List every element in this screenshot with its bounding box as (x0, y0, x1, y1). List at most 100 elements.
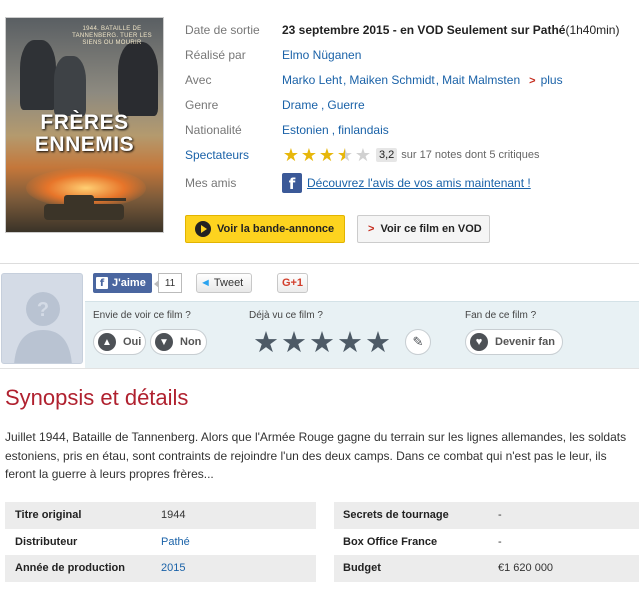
actor-link[interactable]: Maiken Schmidt (349, 73, 434, 87)
details-row: Année de production 2015 (5, 555, 316, 582)
heart-icon: ♥ (470, 333, 488, 351)
actor-link[interactable]: Marko Leht (282, 73, 342, 87)
more-cast-link[interactable]: > plus (529, 73, 562, 87)
rating-star-4[interactable]: ★ (336, 329, 364, 358)
star-icon: ★ (354, 145, 372, 165)
want-yes-button[interactable]: ▲ Oui (93, 329, 146, 355)
genre-link[interactable]: Drame (282, 98, 318, 112)
want-yes-label: Oui (123, 336, 142, 348)
avatar[interactable]: ? (1, 273, 83, 364)
nationality-link[interactable]: Estonien (282, 123, 329, 137)
like-count: 11 (153, 273, 183, 293)
director-link[interactable]: Elmo Nüganen (282, 48, 361, 62)
separator: , (343, 73, 347, 87)
release-duration: (1h40min) (565, 23, 620, 37)
spectators-label[interactable]: Spectateurs (185, 148, 249, 162)
chevron-right-icon: > (368, 223, 375, 235)
spectator-stars: ★ ★ ★ ★ ★ (282, 146, 372, 164)
genre-link[interactable]: Guerre (327, 98, 364, 112)
details-value-link[interactable]: Pathé (161, 536, 190, 548)
details-value: - (498, 509, 502, 522)
vod-button-label: Voir ce film en VOD (380, 223, 482, 235)
want-no-label: Non (180, 336, 202, 348)
nationality-label: Nationalité (185, 123, 242, 137)
friends-label: Mes amis (185, 176, 237, 190)
details-row: Box Office France - (334, 529, 639, 556)
trailer-button[interactable]: Voir la bande-annonce (185, 215, 345, 243)
release-label: Date de sortie (185, 23, 260, 37)
details-value-link[interactable]: 2015 (161, 562, 185, 574)
play-circle-icon (195, 221, 211, 237)
director-value: Elmo Nüganen (282, 48, 361, 62)
user-silhouette-icon: ? (14, 292, 72, 363)
spectator-summary: sur 17 notes dont 5 critiques (401, 149, 540, 161)
want-to-see-title: Envie de voir ce film ? (93, 310, 191, 321)
become-fan-label: Devenir fan (495, 336, 555, 348)
details-value: - (498, 535, 502, 548)
nationality-value: Estonien, finlandais (282, 123, 389, 137)
nationality-link[interactable]: finlandais (338, 123, 389, 137)
poster-title-line1: FRÈRES (40, 111, 129, 134)
details-key: Secrets de tournage (343, 509, 449, 522)
separator: , (331, 123, 336, 137)
tweet-button[interactable]: ◄ Tweet (196, 273, 252, 293)
details-table-right: Secrets de tournage - Box Office France … (334, 502, 639, 582)
poster-tagline: 1944. BATAILLE DE TANNENBERG. TUER LES S… (72, 26, 152, 46)
cast-value: Marko Leht, Maiken Schmidt, Mait Malmste… (282, 73, 563, 87)
spectator-score: 3,2 (376, 148, 398, 162)
cast-label: Avec (185, 73, 212, 87)
star-icon: ★ (300, 145, 318, 165)
thumbs-up-icon: ▲ (98, 333, 116, 351)
release-date: 23 septembre 2015 - en VOD Seulement sur… (282, 23, 566, 37)
chevron-right-icon: > (529, 75, 536, 87)
details-row: Secrets de tournage - (334, 502, 639, 529)
friends-link[interactable]: Découvrez l'avis de vos amis maintenant … (307, 176, 531, 190)
director-label: Réalisé par (185, 48, 246, 62)
details-key: Distributeur (15, 535, 78, 548)
facebook-like-widget[interactable]: f J'aime 11 (93, 273, 183, 293)
poster-title: FRÈRES ENNEMIS (6, 112, 163, 156)
poster-title-line2: ENNEMIS (34, 133, 135, 156)
user-rating-stars[interactable]: ★ ★ ★ ★ ★ (252, 329, 392, 358)
svg-text:?: ? (37, 299, 49, 321)
poster-soldier-left (20, 40, 56, 110)
write-review-button[interactable]: ✎ (405, 329, 431, 355)
thumbs-down-icon: ▼ (155, 333, 173, 351)
vod-button[interactable]: > Voir ce film en VOD (357, 215, 490, 243)
poster-tank (44, 195, 126, 220)
twitter-bird-icon: ◄ (200, 277, 211, 289)
spectators-value: ★ ★ ★ ★ ★ 3,2 sur 17 notes dont 5 critiques (282, 146, 540, 164)
poster-soldier-middle (54, 56, 86, 116)
facebook-icon: f (282, 173, 302, 193)
separator: , (435, 73, 440, 87)
movie-poster[interactable]: 1944. BATAILLE DE TANNENBERG. TUER LES S… (5, 17, 164, 233)
details-value: €1 620 000 (498, 562, 554, 575)
become-fan-button[interactable]: ♥ Devenir fan (465, 329, 563, 355)
poster-soldier-right (118, 42, 158, 116)
details-row: Budget €1 620 000 (334, 555, 639, 582)
facebook-like-button[interactable]: f J'aime (93, 273, 152, 293)
pencil-icon: ✎ (412, 334, 424, 349)
trailer-button-label: Voir la bande-annonce (217, 223, 335, 235)
divider (0, 368, 639, 369)
google-plus-button[interactable]: G+1 (277, 273, 308, 293)
fan-title: Fan de ce film ? (465, 310, 537, 321)
synopsis-title: Synopsis et détails (5, 385, 189, 410)
rating-star-2[interactable]: ★ (280, 329, 308, 358)
friends-value: f Découvrez l'avis de vos amis maintenan… (282, 173, 531, 193)
more-cast-label: plus (540, 73, 563, 87)
star-icon: ★ (318, 145, 336, 165)
rating-star-3[interactable]: ★ (308, 329, 336, 358)
actor-link[interactable]: Mait Malmsten (442, 73, 520, 87)
genre-label: Genre (185, 98, 219, 112)
details-row: Distributeur Pathé (5, 529, 316, 556)
tweet-label: Tweet (213, 277, 244, 289)
release-value: 23 septembre 2015 - en VOD Seulement sur… (282, 23, 619, 37)
separator: , (321, 98, 325, 112)
star-icon: ★ (282, 145, 300, 165)
already-seen-title: Déjà vu ce film ? (249, 310, 323, 321)
details-row: Titre original 1944 (5, 502, 316, 529)
want-no-button[interactable]: ▼ Non (150, 329, 207, 355)
rating-star-1[interactable]: ★ (252, 329, 280, 358)
rating-star-5[interactable]: ★ (364, 329, 392, 358)
